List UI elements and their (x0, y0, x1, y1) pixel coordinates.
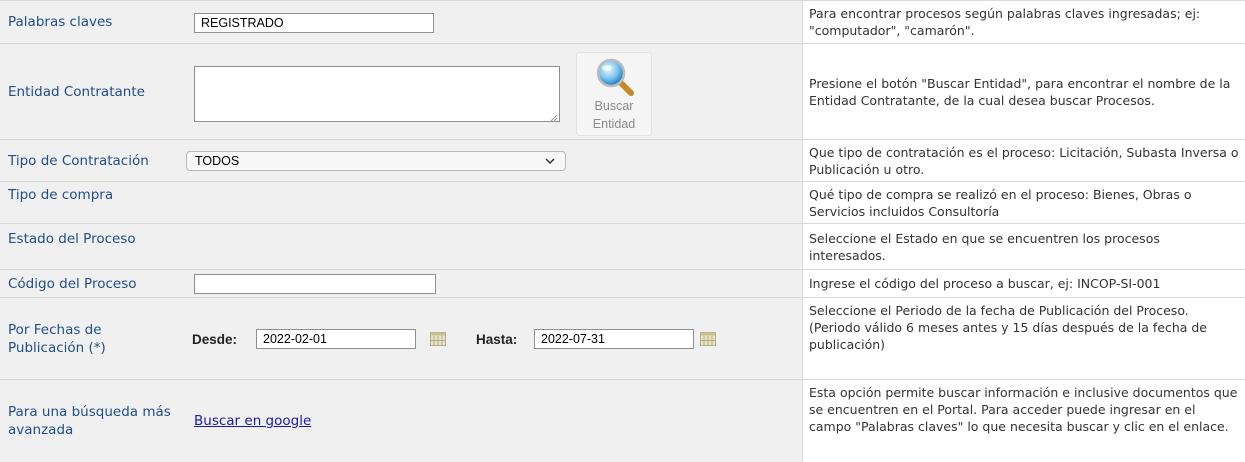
calendar-icon[interactable] (700, 332, 716, 346)
process-code-label: Código del Proceso (0, 270, 190, 297)
contract-type-label: Tipo de Contratación (0, 140, 190, 181)
entity-help: Presione el botón "Buscar Entidad", para… (803, 44, 1245, 139)
contract-type-control: TODOS (186, 140, 802, 181)
chevron-down-icon (541, 152, 559, 170)
from-label: Desde: (192, 332, 238, 347)
row-advanced: Para una búsqueda más avanzada Buscar en… (0, 380, 1245, 462)
contract-type-selected: TODOS (195, 154, 240, 168)
to-date-input[interactable] (534, 329, 694, 349)
dates-help: Seleccione el Periodo de la fecha de Pub… (803, 298, 1245, 379)
purchase-type-help: Qué tipo de compra se realizó en el proc… (803, 182, 1245, 223)
dates-control: Desde: Hasta: (190, 298, 802, 379)
to-label: Hasta: (476, 332, 518, 347)
purchase-type-control (190, 182, 802, 223)
entity-label: Entidad Contratante (0, 44, 190, 139)
calendar-icon[interactable] (430, 332, 446, 346)
row-process-code: Código del Proceso Ingrese el código del… (0, 270, 1245, 298)
row-purchase-type: Tipo de compra Qué tipo de compra se rea… (0, 182, 1245, 224)
search-entity-label-2: Entidad (592, 117, 636, 131)
row-keywords: Palabras claves Para encontrar procesos … (0, 0, 1245, 44)
search-form: Palabras claves Para encontrar procesos … (0, 0, 1245, 462)
process-state-control (190, 224, 802, 269)
search-entity-button[interactable]: Buscar Entidad (576, 52, 652, 136)
entity-control: Buscar Entidad (190, 44, 802, 139)
keywords-help: Para encontrar procesos según palabras c… (803, 1, 1245, 43)
dates-label: Por Fechas de Publicación (*) (0, 298, 190, 379)
keywords-input[interactable] (194, 13, 434, 33)
keywords-label: Palabras claves (0, 1, 190, 43)
magnifier-icon (596, 58, 634, 96)
purchase-type-label: Tipo de compra (0, 182, 190, 223)
advanced-label: Para una búsqueda más avanzada (0, 380, 190, 462)
google-search-link[interactable]: Buscar en google (194, 413, 311, 429)
process-code-help: Ingrese el código del proceso a buscar, … (803, 270, 1245, 297)
process-code-input[interactable] (194, 274, 436, 294)
resize-grip-icon[interactable] (550, 114, 558, 122)
advanced-help: Esta opción permite buscar información e… (803, 380, 1245, 462)
process-state-label: Estado del Proceso (0, 224, 190, 269)
process-state-help: Seleccione el Estado en que se encuentre… (803, 224, 1245, 269)
row-dates: Por Fechas de Publicación (*) Desde: Has… (0, 298, 1245, 380)
contract-type-select[interactable]: TODOS (186, 151, 566, 171)
entity-textarea[interactable] (194, 66, 560, 122)
process-code-control (190, 270, 802, 297)
row-process-state: Estado del Proceso Seleccione el Estado … (0, 224, 1245, 270)
advanced-control: Buscar en google (190, 380, 802, 462)
row-contract-type: Tipo de Contratación TODOS Que tipo de c… (0, 140, 1245, 182)
row-entity: Entidad Contratante Buscar Entidad Presi… (0, 44, 1245, 140)
contract-type-help: Que tipo de contratación es el proceso: … (803, 140, 1245, 181)
search-entity-label-1: Buscar (594, 99, 634, 113)
keywords-control (190, 1, 802, 43)
from-date-input[interactable] (256, 329, 416, 349)
